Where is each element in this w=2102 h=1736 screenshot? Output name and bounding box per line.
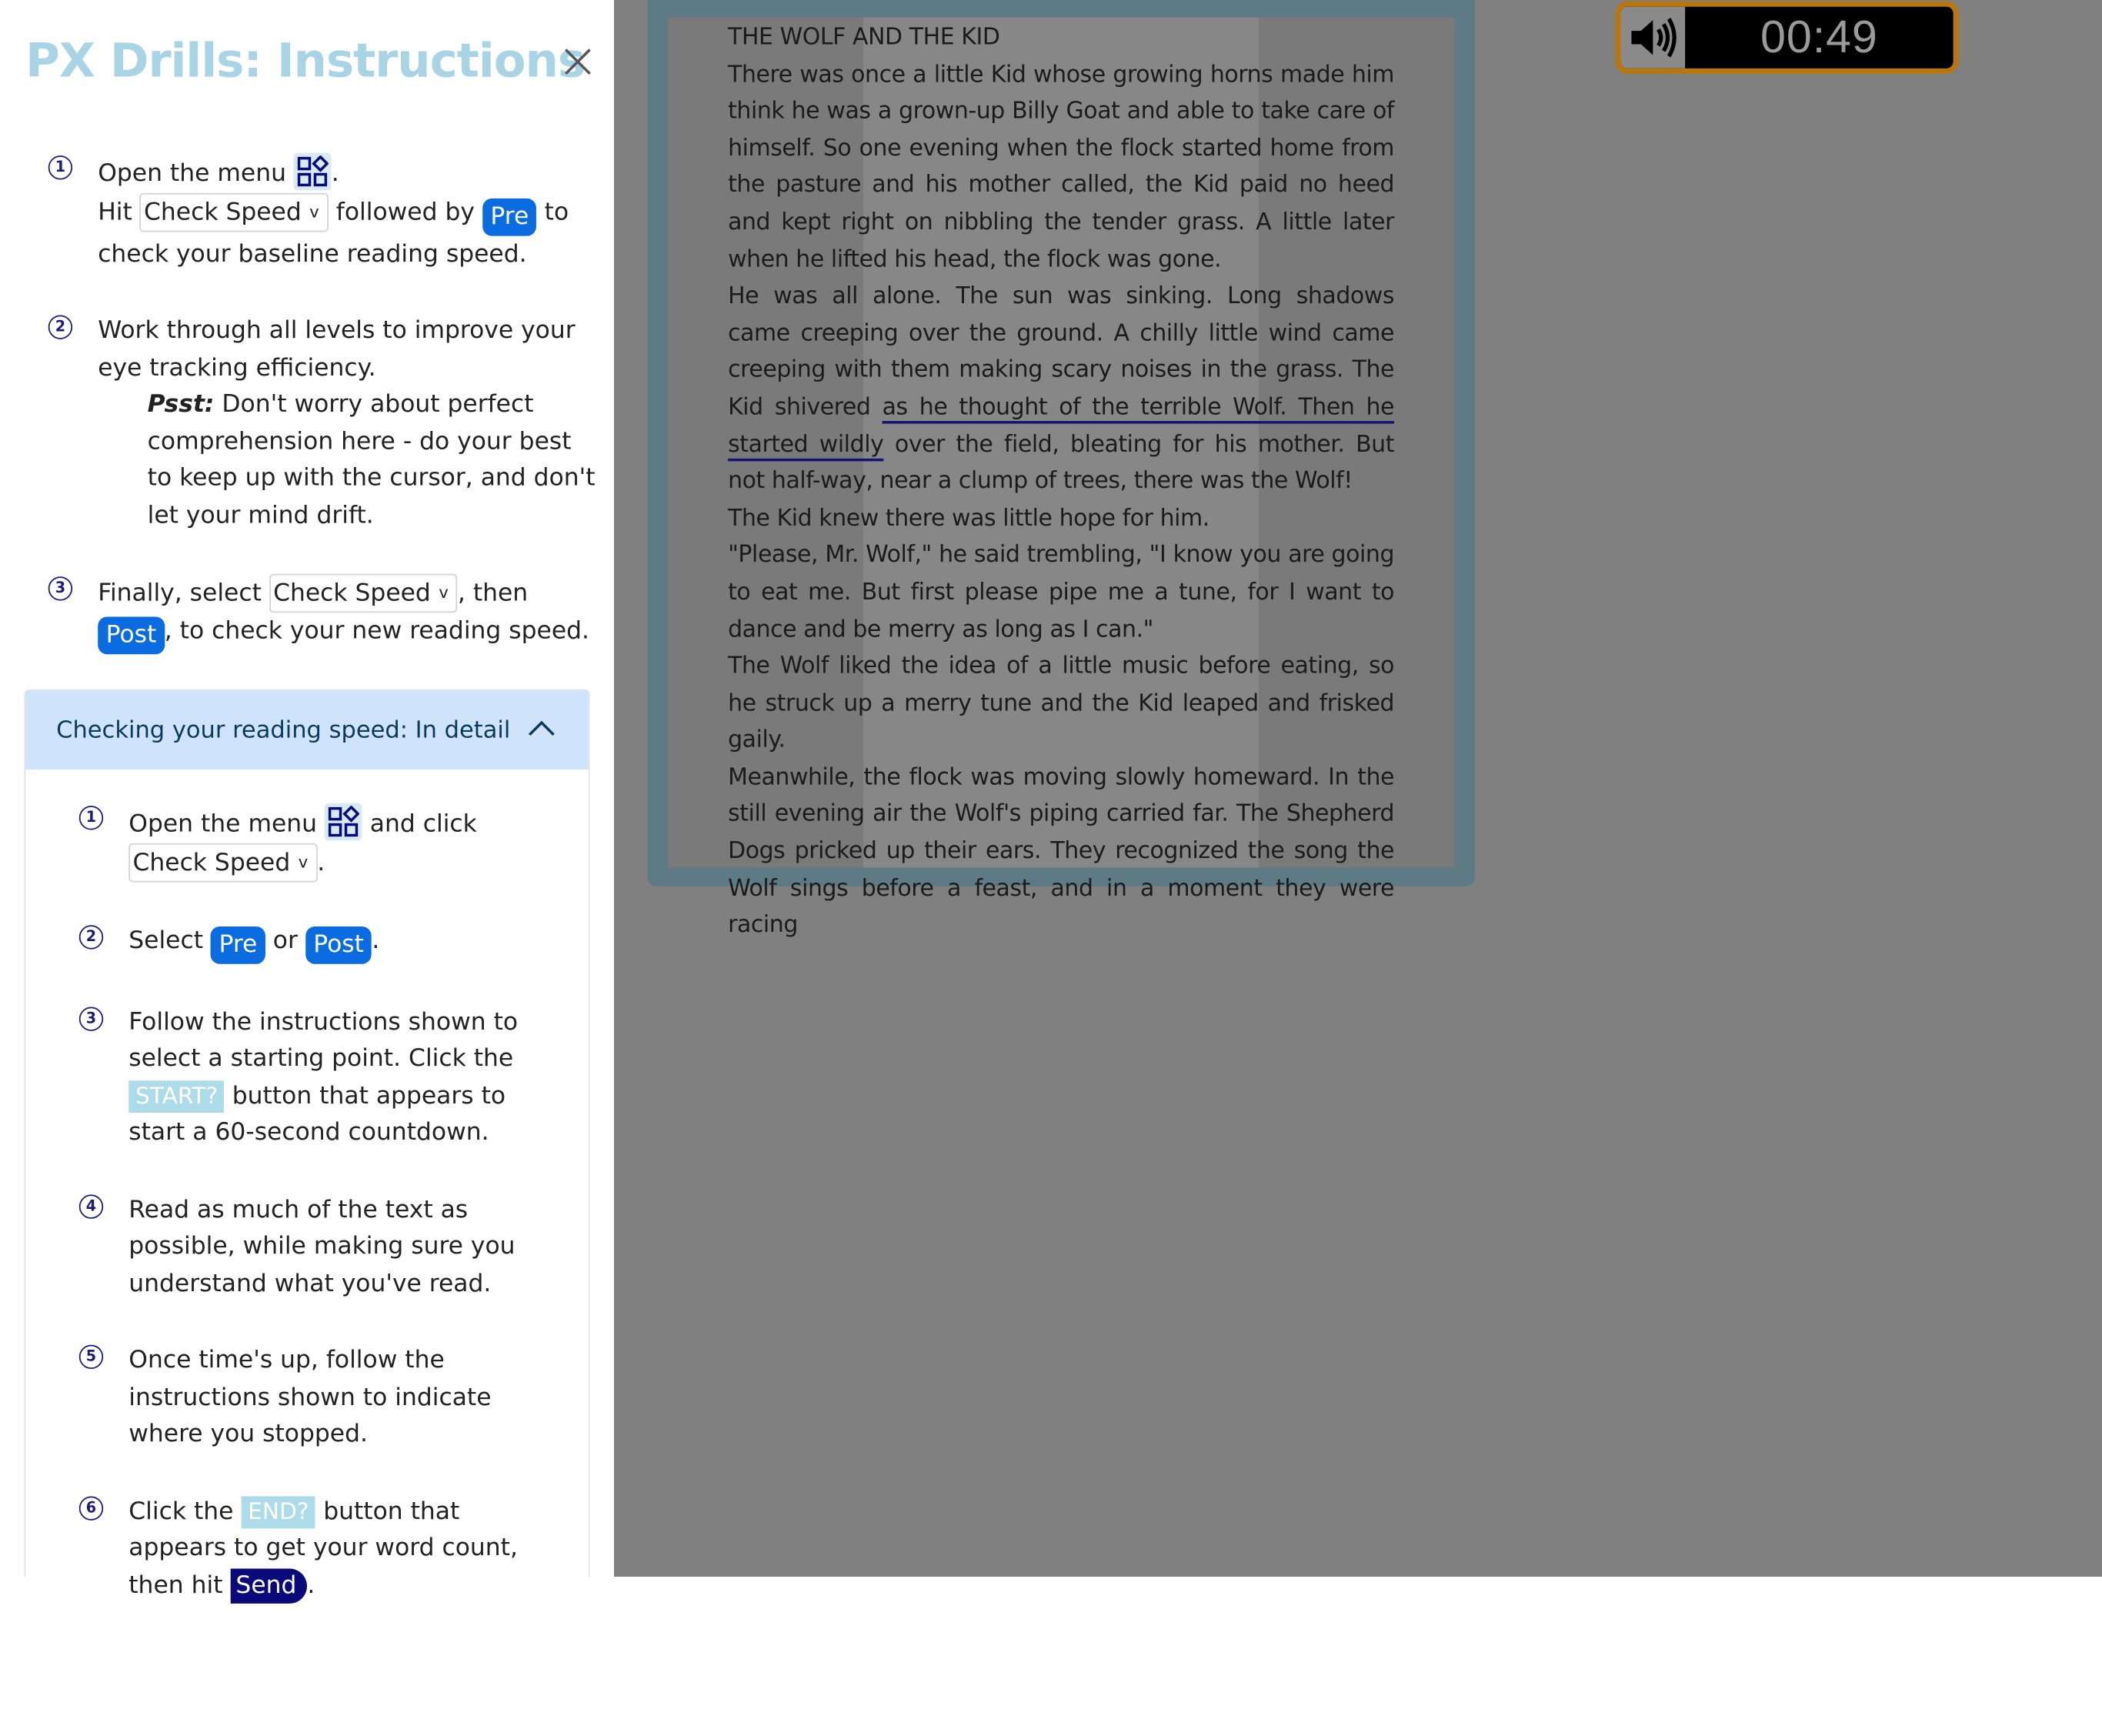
step-number: 4 [78, 1194, 104, 1218]
instruction-step-3: 3 Finally, select Check Speed v, then Pos… [48, 573, 598, 655]
step-number: 6 [78, 1495, 104, 1520]
speaker-icon[interactable] [1620, 6, 1686, 68]
menu-grid-icon[interactable] [293, 152, 332, 191]
accordion-title: Checking your reading speed: In detail [56, 716, 511, 744]
step-number: 1 [48, 155, 73, 180]
check-speed-dropdown[interactable]: Check Speed v [128, 843, 318, 882]
passage-paragraph: He was all alone. The sun was sinking. L… [728, 282, 1395, 496]
passage-paragraph: Meanwhile, the flock was moving slowly h… [728, 763, 1395, 940]
chevron-up-icon [527, 716, 556, 743]
accordion-body: 1 Open the menu and click Check Speed v. … [25, 770, 589, 1604]
timer-value: 00:49 [1760, 11, 1878, 63]
instruction-step-2: 2 Work through all levels to improve you… [48, 312, 598, 533]
step-number: 5 [78, 1344, 104, 1369]
check-speed-dropdown[interactable]: Check Speed v [139, 192, 329, 232]
detail-step-6: 6 Click the END? button that appears to … [78, 1493, 562, 1604]
step-number: 3 [48, 576, 73, 601]
step-number: 2 [48, 315, 73, 339]
detail-step-3: 3 Follow the instructions shown to selec… [78, 1003, 562, 1151]
step-number: 1 [78, 806, 104, 830]
panel-title: PX Drills: Instructions [25, 35, 586, 88]
passage-text: THE WOLF AND THE KID There was once a li… [728, 20, 1394, 945]
passage-paragraph: "Please, Mr. Wolf," he said trembling, "… [728, 542, 1395, 643]
accordion-header[interactable]: Checking your reading speed: In detail [25, 690, 589, 770]
countdown-timer: 00:49 [1615, 1, 1959, 74]
detail-step-4: 4 Read as much of the text as possible, … [78, 1191, 562, 1302]
menu-grid-icon[interactable] [325, 803, 362, 841]
detail-step-2: 2 Select Pre or Post. [78, 922, 562, 963]
reading-speed-accordion: Checking your reading speed: In detail 1… [24, 689, 590, 1603]
instructions-panel: PX Drills: Instructions 1 Open the menu [0, 0, 614, 1603]
passage-paragraph: The Kid knew there was little hope for h… [728, 505, 1209, 532]
check-speed-dropdown[interactable]: Check Speed v [269, 573, 458, 613]
end-button[interactable]: END? [241, 1495, 316, 1528]
instruction-step-1: 1 Open the menu . Hit Check Speed v follo… [48, 152, 598, 272]
pre-button[interactable]: Pre [211, 926, 265, 963]
start-button[interactable]: START? [128, 1080, 225, 1113]
pre-button[interactable]: Pre [482, 197, 537, 235]
post-button[interactable]: Post [98, 616, 165, 655]
step-number: 3 [78, 1006, 104, 1030]
detail-step-5: 5 Once time's up, follow the instruction… [78, 1342, 562, 1453]
close-icon[interactable] [560, 44, 595, 78]
passage-paragraph: There was once a little Kid whose growin… [728, 61, 1395, 273]
passage-paragraph: The Wolf liked the idea of a little musi… [728, 653, 1395, 754]
passage-title: THE WOLF AND THE KID [728, 24, 1000, 52]
psst-note: Psst: Don't worry about perfect comprehe… [147, 390, 596, 529]
post-button[interactable]: Post [305, 926, 372, 963]
step-number: 2 [78, 924, 104, 949]
send-button[interactable]: Send [230, 1567, 308, 1603]
detail-step-1: 1 Open the menu and click Check Speed v. [78, 803, 562, 882]
